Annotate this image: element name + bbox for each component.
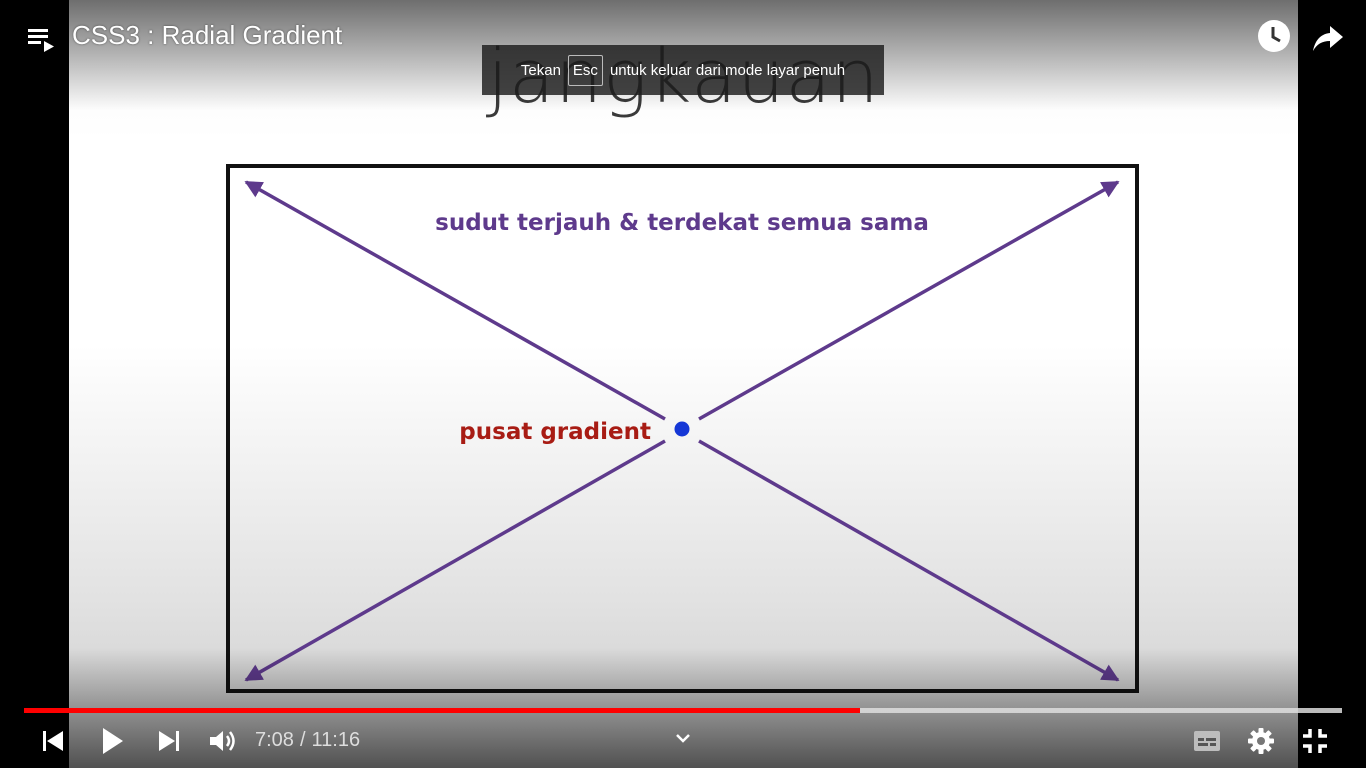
corner-label: sudut terjauh & terdekat semua sama: [435, 210, 929, 236]
subtitles-button[interactable]: [1190, 724, 1224, 758]
arrow-bottom-right: [698, 439, 1120, 682]
exit-fullscreen-button[interactable]: [1298, 724, 1332, 758]
playlist-button[interactable]: [24, 22, 58, 56]
esc-key-badge: Esc: [567, 54, 603, 86]
subtitles-icon: [1194, 731, 1220, 751]
playlist-icon: [28, 29, 54, 52]
share-icon: [1313, 26, 1343, 51]
previous-icon: [43, 731, 63, 751]
progress-played: [24, 708, 860, 713]
previous-button[interactable]: [38, 726, 68, 756]
hint-text-before: Tekan: [520, 61, 561, 79]
video-title[interactable]: CSS3 : Radial Gradient: [72, 20, 342, 51]
exit-fullscreen-icon: [1303, 729, 1327, 753]
volume-button[interactable]: [206, 725, 238, 757]
play-button[interactable]: [96, 724, 128, 758]
settings-button[interactable]: [1244, 724, 1278, 758]
gradient-center-dot: [674, 421, 690, 437]
play-icon: [103, 728, 123, 754]
hint-text-after: untuk keluar dari mode layar penuh: [609, 61, 846, 79]
time-separator: /: [299, 729, 306, 751]
center-label: pusat gradient: [459, 419, 651, 445]
chevron-down-icon: [676, 734, 690, 743]
duration: 11:16: [311, 729, 361, 751]
current-time: 7:08: [255, 729, 294, 751]
next-icon: [159, 731, 179, 751]
share-button[interactable]: [1310, 20, 1346, 56]
more-videos-button[interactable]: [672, 727, 694, 749]
settings-icon: [1248, 728, 1274, 754]
next-button[interactable]: [154, 726, 184, 756]
watch-later-button[interactable]: [1256, 18, 1292, 54]
volume-icon: [210, 731, 235, 751]
fullscreen-exit-hint: Tekan Esc untuk keluar dari mode layar p…: [482, 45, 884, 95]
progress-bar[interactable]: [24, 708, 1342, 713]
time-display: 7:08/11:16: [255, 729, 360, 752]
watch-later-icon: [1258, 20, 1290, 52]
arrow-bottom-left: [244, 439, 666, 682]
